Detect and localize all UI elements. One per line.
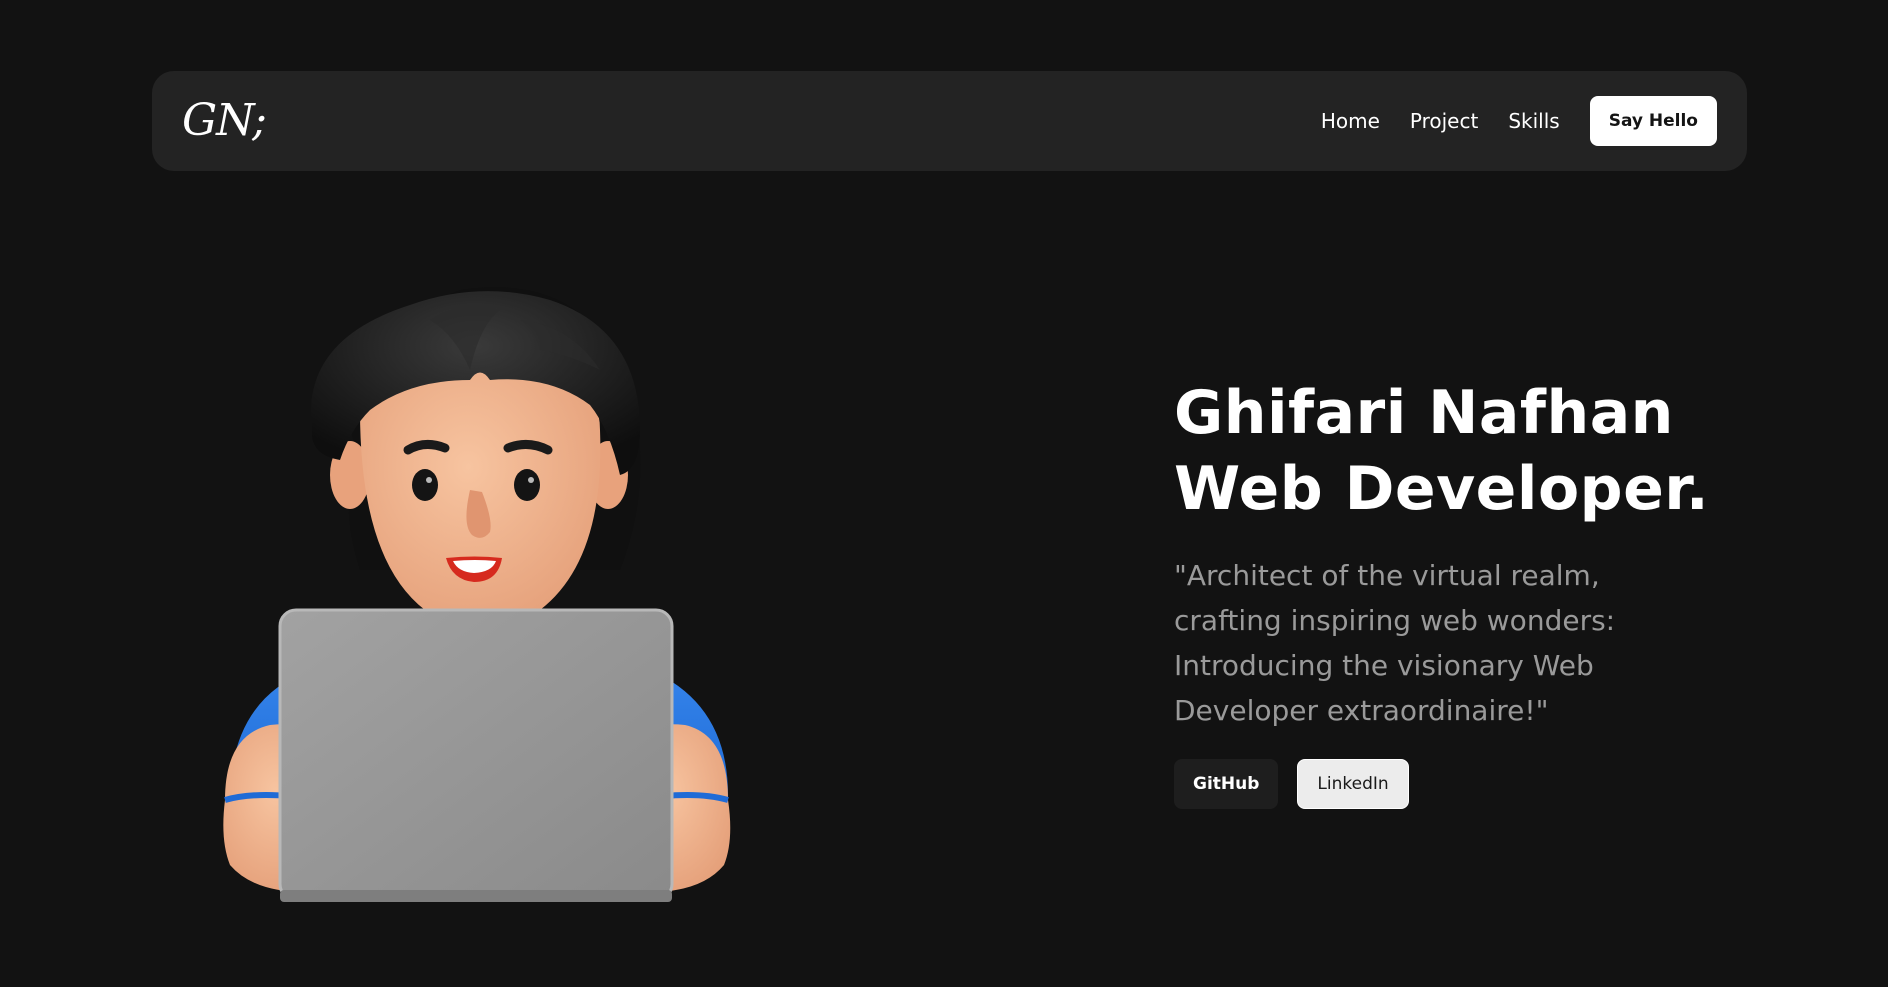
hero-buttons: GitHub LinkedIn <box>1174 759 1794 809</box>
hero-title: Ghifari Nafhan Web Developer. <box>1174 375 1794 527</box>
linkedin-button[interactable]: LinkedIn <box>1297 759 1409 809</box>
developer-avatar-icon <box>223 287 731 902</box>
github-button[interactable]: GitHub <box>1174 759 1279 809</box>
hero-quote: "Architect of the virtual realm, craftin… <box>1174 559 1616 727</box>
hero-title-name: Ghifari Nafhan <box>1174 378 1674 448</box>
logo[interactable]: GN; <box>182 91 267 151</box>
page: GN; Home Project Skills Say Hello Ghifar… <box>0 0 1888 987</box>
navbar: GN; Home Project Skills Say Hello <box>152 71 1747 171</box>
nav-link-project[interactable]: Project <box>1410 109 1478 133</box>
hero-title-role: Web Developer. <box>1174 454 1710 524</box>
say-hello-button[interactable]: Say Hello <box>1589 96 1717 146</box>
nav-link-skills[interactable]: Skills <box>1508 109 1559 133</box>
hero-section: Ghifari Nafhan Web Developer. "Architect… <box>1174 375 1794 809</box>
nav-links: Home Project Skills Say Hello <box>1321 96 1717 146</box>
nav-link-home[interactable]: Home <box>1321 109 1380 133</box>
